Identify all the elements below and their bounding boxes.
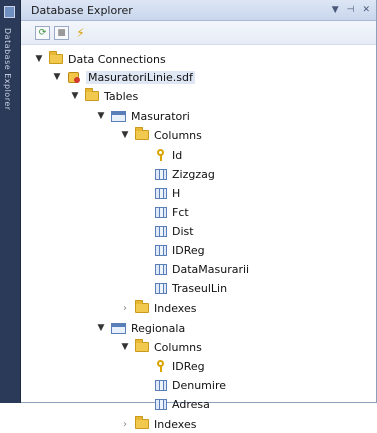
expand-chevron-icon[interactable]: ▼ (119, 342, 131, 352)
tree-item-column[interactable]: Adresa (155, 395, 210, 413)
primary-key-icon (155, 149, 167, 161)
data-connections-folder-icon (49, 51, 63, 64)
tree-item-column[interactable]: Denumire (155, 376, 226, 394)
database-explorer-panel: Database Explorer ▼ ⊣ ✕ ⟳ ■ ⚡ ▼ Data Con… (21, 0, 377, 431)
tree-item-indexes-masuratori[interactable]: › Indexes (119, 299, 196, 317)
close-icon[interactable]: ✕ (362, 5, 370, 15)
indexes-folder-icon (135, 300, 149, 313)
refresh-icon: ⟳ (38, 27, 47, 38)
tree-item-column[interactable]: H (155, 184, 180, 202)
column-name: Adresa (172, 397, 210, 411)
expand-chevron-icon[interactable]: ▼ (33, 54, 45, 64)
tree-item-column[interactable]: TraseulLin (155, 279, 227, 297)
tree-item-column[interactable]: DataMasurarii (155, 260, 249, 278)
columns-folder-icon (135, 127, 149, 140)
database-tree: ▼ Data Connections ▼ MasuratoriLinie.sdf… (21, 45, 376, 431)
auto-hide-pin-icon[interactable]: ⊣ (347, 5, 355, 15)
expand-chevron-icon[interactable]: ▼ (95, 111, 107, 121)
expand-chevron-icon[interactable]: ▼ (119, 130, 131, 140)
column-icon (155, 263, 167, 275)
tree-item-column[interactable]: IDReg (155, 357, 205, 375)
expand-chevron-icon[interactable]: ▼ (69, 91, 81, 101)
table-icon (111, 110, 126, 122)
tree-item-table-regionala[interactable]: ▼ Regionala (95, 319, 186, 337)
tree-item-label: Columns (154, 340, 202, 354)
tree-item-table-masuratori[interactable]: ▼ Masuratori (95, 107, 190, 125)
expand-chevron-icon[interactable]: ▼ (95, 323, 107, 333)
tables-folder-icon (85, 88, 99, 101)
stop-refresh-button[interactable]: ■ (54, 25, 69, 40)
side-tab-label: Database Explorer (3, 28, 12, 111)
column-name: IDReg (172, 243, 205, 257)
database-icon (67, 71, 81, 84)
tree-item-indexes-regionala[interactable]: › Indexes (119, 415, 196, 433)
tree-item-database[interactable]: ▼ MasuratoriLinie.sdf (51, 68, 195, 86)
columns-folder-icon (135, 339, 149, 352)
column-name: DataMasurarii (172, 262, 250, 276)
column-name: Id (172, 148, 183, 162)
panel-title: Database Explorer (31, 3, 133, 17)
column-icon (155, 398, 167, 410)
column-name: Dist (172, 224, 194, 238)
tree-item-label: Tables (104, 89, 139, 103)
column-icon (155, 206, 167, 218)
column-name: Denumire (172, 378, 227, 392)
primary-key-icon (155, 360, 167, 372)
column-name: Zizgzag (172, 167, 215, 181)
tree-item-columns-masuratori[interactable]: ▼ Columns (119, 126, 202, 144)
connect-to-database-button[interactable]: ⚡ (73, 26, 88, 40)
tree-item-tables[interactable]: ▼ Tables (69, 87, 138, 105)
tree-item-label: Data Connections (68, 52, 166, 66)
tree-item-column[interactable]: IDReg (155, 241, 205, 259)
tree-item-column[interactable]: Id (155, 146, 182, 164)
tree-item-column[interactable]: Fct (155, 203, 189, 221)
column-icon (155, 379, 167, 391)
table-icon (111, 322, 126, 334)
tree-item-column[interactable]: Dist (155, 222, 194, 240)
column-name: H (172, 186, 181, 200)
column-name: IDReg (172, 359, 205, 373)
tree-item-label: MasuratoriLinie.sdf (86, 70, 195, 84)
expand-chevron-icon[interactable]: ▼ (51, 72, 63, 82)
collapse-chevron-right-icon[interactable]: › (119, 303, 131, 314)
collapse-chevron-right-icon[interactable]: › (119, 419, 131, 430)
window-position-dropdown-icon[interactable]: ▼ (332, 5, 339, 15)
database-explorer-side-tab[interactable]: Database Explorer (0, 0, 21, 403)
tree-item-label: Masuratori (131, 109, 190, 123)
column-name: Fct (172, 205, 189, 219)
stop-icon: ■ (57, 27, 66, 38)
refresh-button[interactable]: ⟳ (35, 25, 50, 40)
database-explorer-side-icon (4, 6, 15, 18)
column-icon (155, 225, 167, 237)
indexes-folder-icon (135, 416, 149, 429)
column-icon (155, 244, 167, 256)
column-icon (155, 282, 167, 294)
tree-item-label: Indexes (154, 301, 197, 315)
tree-item-label: Regionala (131, 321, 186, 335)
panel-titlebar[interactable]: Database Explorer ▼ ⊣ ✕ (21, 0, 376, 21)
tree-item-data-connections[interactable]: ▼ Data Connections (33, 50, 166, 68)
tree-item-columns-regionala[interactable]: ▼ Columns (119, 338, 202, 356)
column-icon (155, 168, 167, 180)
tree-item-label: Indexes (154, 417, 197, 431)
tree-item-label: Columns (154, 128, 202, 142)
column-icon (155, 187, 167, 199)
tree-item-column[interactable]: Zizgzag (155, 165, 215, 183)
column-name: TraseulLin (172, 281, 228, 295)
connect-database-icon: ⚡ (76, 25, 85, 40)
explorer-toolbar: ⟳ ■ ⚡ (21, 21, 376, 45)
